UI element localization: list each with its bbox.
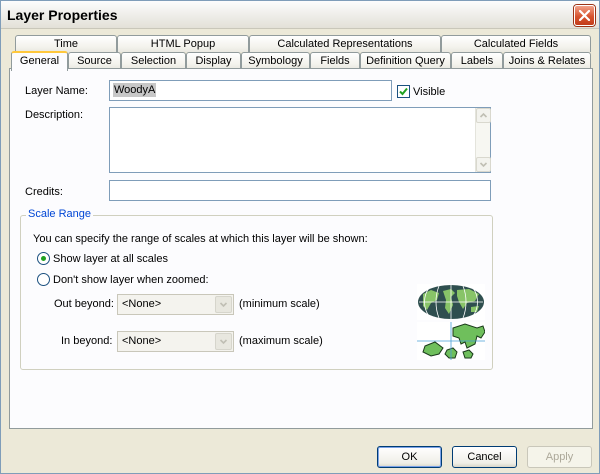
out-beyond-dropdown-button[interactable] (215, 296, 232, 313)
description-label: Description: (25, 109, 84, 121)
tab-definition-query[interactable]: Definition Query (360, 52, 451, 69)
credits-label: Credits: (25, 186, 63, 198)
general-tab-panel: Layer Name: WoodyA Visible Description: … (9, 68, 593, 429)
tab-calculated-fields[interactable]: Calculated Fields (441, 35, 591, 52)
chevron-up-icon (479, 112, 488, 118)
title-bar[interactable]: Layer Properties (1, 1, 599, 29)
chevron-down-icon (479, 162, 488, 168)
tab-labels[interactable]: Labels (451, 52, 503, 69)
tab-time[interactable]: Time (15, 35, 117, 52)
cancel-button[interactable]: Cancel (452, 446, 517, 468)
dont-show-zoomed-label: Don't show layer when zoomed: (53, 274, 209, 286)
layer-name-input[interactable]: WoodyA (109, 80, 392, 101)
visible-checkbox[interactable] (397, 85, 410, 98)
out-beyond-label: Out beyond: (54, 298, 114, 310)
description-textarea[interactable] (109, 107, 491, 173)
tab-source[interactable]: Source (68, 52, 121, 69)
out-beyond-value: <None> (122, 298, 162, 310)
layer-name-value: WoodyA (113, 83, 157, 97)
ok-button[interactable]: OK (377, 446, 442, 468)
visible-label: Visible (413, 86, 446, 98)
in-beyond-value: <None> (122, 335, 162, 347)
show-all-scales-radio[interactable] (37, 252, 50, 265)
description-scrollbar[interactable] (475, 108, 491, 172)
world-globe-icon (417, 284, 485, 320)
scale-range-title: Scale Range (26, 208, 93, 220)
dont-show-zoomed-radio[interactable] (37, 273, 50, 286)
show-all-scales-label: Show layer at all scales (53, 253, 168, 265)
layer-name-label: Layer Name: (25, 85, 88, 97)
tab-joins-relates[interactable]: Joins & Relates (503, 52, 591, 69)
zoomed-map-icon (417, 322, 485, 360)
credits-input[interactable] (109, 180, 491, 201)
chevron-down-icon (219, 339, 228, 345)
tab-symbology[interactable]: Symbology (241, 52, 310, 69)
in-beyond-note: (maximum scale) (239, 335, 323, 347)
close-icon (579, 10, 590, 21)
scale-range-instruction: You can specify the range of scales at w… (33, 233, 368, 245)
tab-calculated-representations[interactable]: Calculated Representations (249, 35, 441, 52)
close-button[interactable] (574, 5, 595, 26)
scroll-up-button[interactable] (476, 108, 491, 123)
layer-properties-dialog: Layer Properties Time HTML Popup Calcula… (0, 0, 600, 474)
in-beyond-label: In beyond: (61, 335, 113, 347)
scale-range-group: Scale Range You can specify the range of… (20, 208, 493, 370)
checkmark-icon (399, 87, 408, 96)
tab-general[interactable]: General (11, 51, 68, 71)
scroll-down-button[interactable] (476, 157, 491, 172)
radio-selected-dot (41, 256, 46, 261)
tab-html-popup[interactable]: HTML Popup (117, 35, 249, 52)
tab-display[interactable]: Display (186, 52, 241, 69)
chevron-down-icon (219, 302, 228, 308)
tab-fields[interactable]: Fields (310, 52, 360, 69)
in-beyond-dropdown-button[interactable] (215, 333, 232, 350)
out-beyond-note: (minimum scale) (239, 298, 320, 310)
apply-button[interactable]: Apply (527, 446, 592, 468)
in-beyond-combo[interactable]: <None> (117, 331, 234, 352)
tab-selection[interactable]: Selection (121, 52, 186, 69)
window-title: Layer Properties (7, 7, 118, 23)
out-beyond-combo[interactable]: <None> (117, 294, 234, 315)
